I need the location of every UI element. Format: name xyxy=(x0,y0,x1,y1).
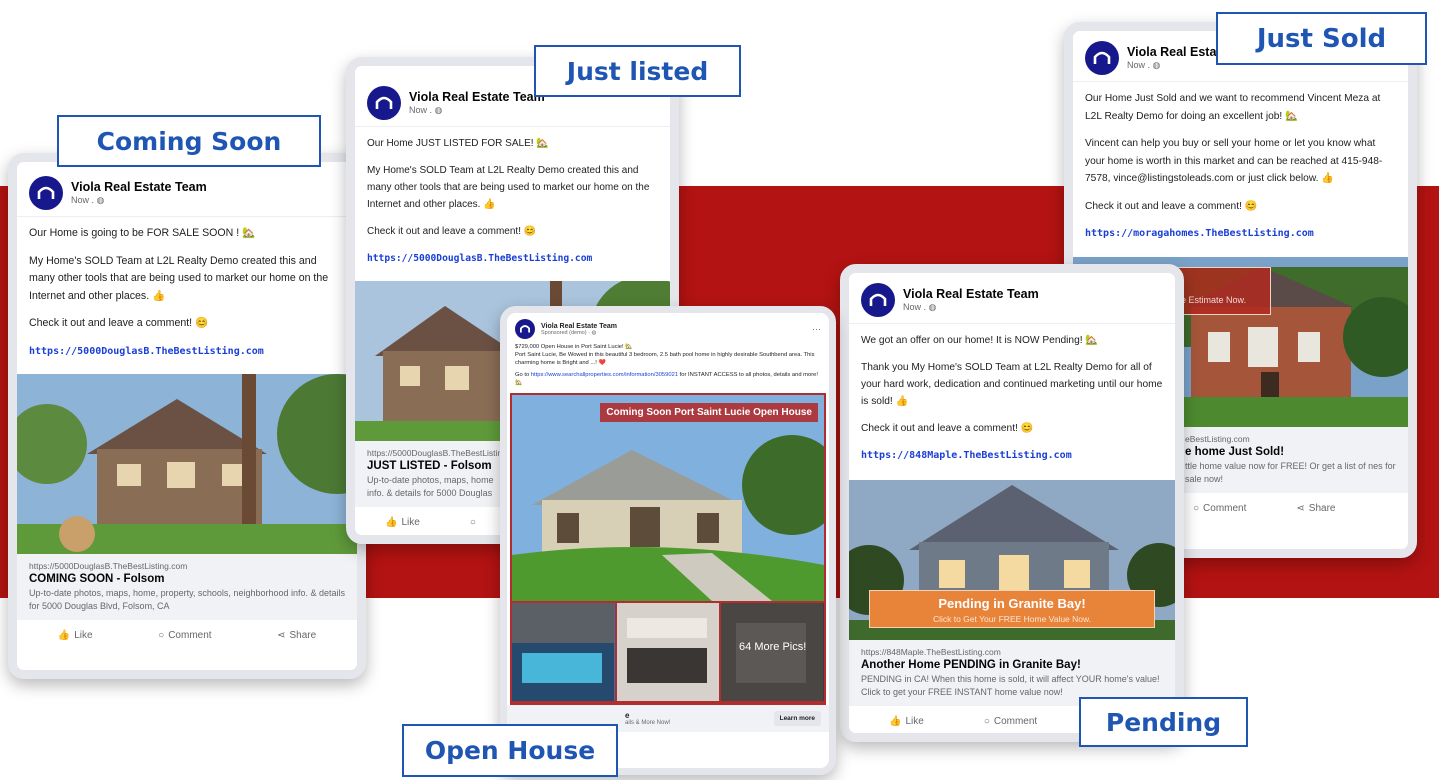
post-header: Viola Real Estate Team Sponsored (demo) … xyxy=(507,313,829,341)
thumbs-up-icon: 👍 xyxy=(385,517,398,528)
comment-icon: ○ xyxy=(469,517,476,528)
post-text: Check it out and leave a comment! 😊 xyxy=(861,423,1034,434)
post-text: Our Home Just Sold and we want to recomm… xyxy=(1085,93,1381,122)
pool-photo[interactable] xyxy=(512,603,615,702)
share-button[interactable]: ⋖ Share xyxy=(1296,503,1335,514)
team-logo-icon xyxy=(367,86,401,120)
post-text: Vincent can help you buy or sell your ho… xyxy=(1085,138,1383,184)
share-button[interactable]: ⋖ Share xyxy=(277,630,316,641)
globe-icon: ◍ xyxy=(1152,60,1161,70)
open-house-banner[interactable]: Coming Soon Port Saint Lucie Open House xyxy=(600,403,818,423)
tag-coming-soon: Coming Soon xyxy=(57,115,321,167)
coming-soon-house-photo[interactable] xyxy=(17,374,357,554)
comment-icon: ○ xyxy=(158,630,165,641)
post-header: Viola Real Estate Team Now . ◍ xyxy=(17,162,357,217)
more-pics-label: 64 More Pics! xyxy=(739,641,807,654)
thumbs-up-icon: 👍 xyxy=(57,630,71,641)
like-button[interactable]: 👍 Like xyxy=(58,630,93,641)
post-body: $729,000 Open House in Port Saint Lucie!… xyxy=(507,341,829,391)
comment-icon: ○ xyxy=(983,716,990,727)
listing-link[interactable]: https://848Maple.TheBestListing.com xyxy=(861,447,1163,464)
learn-more-button[interactable]: Learn more xyxy=(773,711,821,727)
open-house-photo-frame[interactable]: Coming Soon Port Saint Lucie Open House … xyxy=(510,393,826,706)
listing-link[interactable]: https://moragahomes.TheBestListing.com xyxy=(1085,225,1396,243)
link-preview[interactable]: https://5000DouglasB.TheBestListing.com … xyxy=(17,554,357,620)
link-preview-description: PENDING in CA! When this home is sold, i… xyxy=(861,674,1160,697)
post-text: $729,000 Open House in Port Saint Lucie!… xyxy=(515,344,633,350)
link-preview-url: eBestListing.com xyxy=(1185,433,1250,444)
post-time: Now . xyxy=(903,302,929,312)
post-header: Viola Real Estate Team Now . ◍ xyxy=(849,273,1175,324)
more-pics-tile[interactable]: 64 More Pics! xyxy=(721,603,825,702)
post-text: Go to https://www.searchallproperties.co… xyxy=(515,371,818,386)
link-preview-description: Up-to-date photos, maps, home info. & de… xyxy=(367,475,494,498)
comment-button[interactable]: ○ Comment xyxy=(158,630,211,641)
comment-button[interactable]: ○ Comment xyxy=(984,716,1037,727)
like-button[interactable]: 👍 Like xyxy=(889,716,924,727)
comment-icon: ○ xyxy=(1193,502,1200,514)
post-text: Our Home JUST LISTED FOR SALE! 🏡 xyxy=(367,138,549,149)
pending-post-card: Viola Real Estate Team Now . ◍ We got an… xyxy=(840,264,1184,742)
link-preview-title: e xyxy=(625,711,630,721)
team-name[interactable]: Viola Real Estate Team xyxy=(71,180,207,194)
comment-button[interactable]: ○ Comment xyxy=(1193,503,1246,514)
post-time: Now . xyxy=(1127,60,1153,70)
listing-link[interactable]: https://5000DouglasB.TheBestListing.com xyxy=(29,343,345,361)
tag-pending: Pending xyxy=(1079,697,1248,747)
post-text: We got an offer on our home! It is NOW P… xyxy=(861,335,1099,346)
search-properties-link[interactable]: https://www.searchallproperties.com/info… xyxy=(531,372,678,378)
post-text: Check it out and leave a comment! 😊 xyxy=(29,317,209,329)
team-logo-icon xyxy=(861,283,895,317)
team-name[interactable]: Viola Real Estat xyxy=(1127,45,1221,59)
team-logo-icon xyxy=(1085,41,1119,75)
open-house-banner-title: Coming Soon Port Saint Lucie Open House xyxy=(606,407,812,419)
post-time: Now . xyxy=(409,105,435,115)
more-options-icon[interactable]: ··· xyxy=(812,324,821,334)
link-preview-description: Up-to-date photos, maps, home, property,… xyxy=(29,588,346,611)
open-house-post-card: Viola Real Estate Team Sponsored (demo) … xyxy=(500,306,836,775)
link-preview-title: e home Just Sold! xyxy=(1185,445,1285,458)
post-text: Our Home is going to be FOR SALE SOON ! … xyxy=(29,227,256,239)
like-button[interactable]: 👍 Like xyxy=(385,517,420,528)
team-logo-icon xyxy=(29,176,63,210)
team-logo-icon xyxy=(515,319,535,339)
post-text: My Home's SOLD Team at L2L Realty Demo c… xyxy=(29,254,329,302)
globe-icon: ◍ xyxy=(928,302,937,312)
link-preview-url: https://848Maple.TheBestListing.com xyxy=(861,647,1001,657)
pending-house-photo[interactable]: Pending in Granite Bay! Click to Get You… xyxy=(849,480,1175,640)
link-preview-description: ttle home value now for FREE! Or get a l… xyxy=(1185,460,1396,484)
link-preview-title: Another Home PENDING in Granite Bay! xyxy=(861,659,1081,671)
tag-open-house: Open House xyxy=(402,724,618,777)
team-name[interactable]: Viola Real Estate Team xyxy=(541,323,806,330)
link-preview-url: https://5000DouglasB.TheBestListing.com xyxy=(29,561,188,571)
post-time: Now . xyxy=(71,195,97,205)
coming-soon-post-card: Viola Real Estate Team Now . ◍ Our Home … xyxy=(8,153,366,679)
share-icon: ⋖ xyxy=(277,630,286,641)
post-text: Thank you My Home's SOLD Team at L2L Rea… xyxy=(861,362,1163,407)
team-name[interactable]: Viola Real Estate Team xyxy=(409,90,545,104)
share-icon: ⋖ xyxy=(1296,502,1305,514)
post-text: Check it out and leave a comment! 😊 xyxy=(367,226,537,237)
link-preview-title: COMING SOON - Folsom xyxy=(29,573,165,585)
post-text: Check it out and leave a comment! 😊 xyxy=(1085,200,1258,212)
post-text: My Home's SOLD Team at L2L Realty Demo c… xyxy=(367,165,650,210)
tag-just-sold: Just Sold xyxy=(1216,12,1427,65)
open-house-main-photo[interactable]: Coming Soon Port Saint Lucie Open House xyxy=(512,395,824,602)
thumbs-up-icon: 👍 xyxy=(889,716,902,727)
kitchen-photo[interactable] xyxy=(616,603,720,702)
globe-icon: ◍ xyxy=(434,105,443,115)
globe-icon: ◍ xyxy=(96,195,105,205)
tag-just-listed: Just listed xyxy=(534,45,741,97)
pending-banner-subtitle: Click to Get Your FREE Home Value Now. xyxy=(932,614,1092,624)
comment-button[interactable]: ○ xyxy=(470,517,476,528)
sponsored-label: Sponsored (demo) · xyxy=(541,329,592,336)
globe-icon: ◍ xyxy=(591,329,597,336)
listing-link[interactable]: https://5000DouglasB.TheBestListing.com xyxy=(367,250,658,267)
team-name[interactable]: Viola Real Estate Team xyxy=(903,287,1039,301)
post-text: Port Saint Lucie, Be Wowed in this beaut… xyxy=(515,352,815,367)
pending-banner-title: Pending in Granite Bay! xyxy=(938,596,1086,611)
pending-banner[interactable]: Pending in Granite Bay! Click to Get You… xyxy=(869,590,1155,628)
